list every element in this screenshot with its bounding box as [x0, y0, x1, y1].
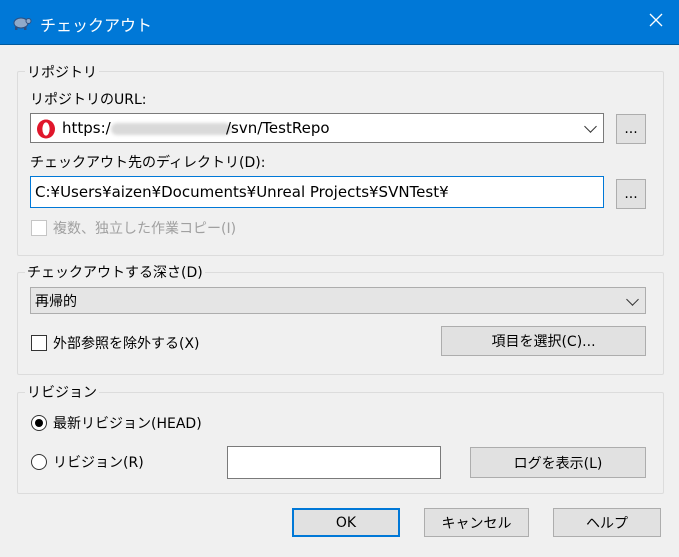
url-label: リポジトリのURL: [30, 92, 147, 108]
chevron-down-icon [584, 120, 597, 133]
revision-radio[interactable] [31, 454, 47, 470]
url-value-prefix: https:/ [62, 119, 111, 137]
show-log-button[interactable]: ログを表示(L) [470, 447, 646, 478]
title-bar: チェックアウト [0, 0, 679, 45]
url-redacted-blur [111, 123, 231, 135]
radio-selected-dot [35, 419, 43, 427]
help-button[interactable]: ヘルプ [553, 508, 661, 537]
dir-input[interactable]: C:¥Users¥aizen¥Documents¥Unreal Projects… [30, 176, 604, 208]
chevron-down-icon [626, 292, 639, 306]
url-browse-button[interactable]: ... [616, 114, 646, 144]
close-icon [649, 13, 663, 31]
head-radio-label: 最新リビジョン(HEAD) [53, 416, 202, 432]
revision-radio-label: リビジョン(R) [53, 455, 144, 471]
opera-icon [36, 119, 56, 143]
dir-value: C:¥Users¥aizen¥Documents¥Unreal Projects… [35, 183, 449, 201]
url-combobox[interactable]: https:/ /svn/TestRepo [30, 113, 604, 143]
repository-group-label: リポジトリ [25, 62, 99, 82]
exclude-externals-label: 外部参照を除外する(X) [53, 336, 200, 352]
multi-copy-checkbox[interactable] [31, 220, 47, 236]
exclude-externals-checkbox[interactable] [31, 335, 47, 351]
url-value-suffix: /svn/TestRepo [226, 119, 330, 137]
ok-button[interactable]: OK [292, 508, 400, 537]
depth-selected-value: 再帰的 [35, 294, 77, 310]
revision-input[interactable] [227, 446, 441, 479]
revision-group-label: リビジョン [25, 382, 99, 402]
depth-select[interactable]: 再帰的 [30, 287, 646, 314]
close-button[interactable] [633, 0, 679, 44]
dir-label: チェックアウト先のディレクトリ(D): [30, 155, 266, 171]
dir-browse-button[interactable]: ... [616, 179, 646, 209]
depth-group-label: チェックアウトする深さ(D) [25, 262, 205, 282]
head-radio[interactable] [31, 415, 47, 431]
window-title: チェックアウト [40, 16, 153, 35]
choose-items-button[interactable]: 項目を選択(C)... [441, 326, 646, 356]
multi-copy-label: 複数、独立した作業コピー(I) [53, 221, 237, 237]
cancel-button[interactable]: キャンセル [424, 508, 529, 537]
tortoisesvn-icon [12, 12, 32, 32]
